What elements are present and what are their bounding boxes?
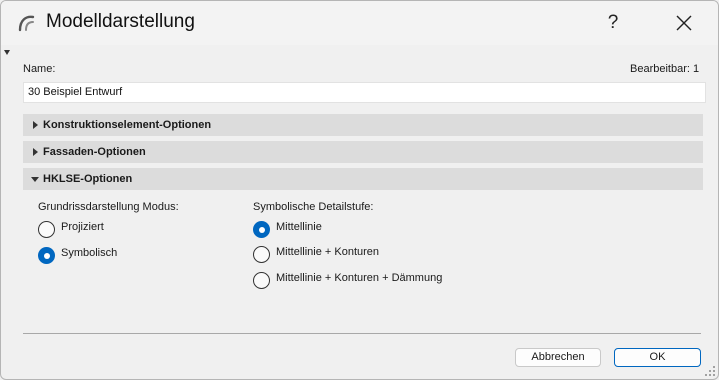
- expand-arrow-icon: [31, 141, 41, 163]
- radio-label: Mittellinie: [276, 221, 322, 233]
- help-button[interactable]: ?: [597, 9, 629, 37]
- model-display-dialog: Modelldarstellung ? Name: Bearbeitbar: 1…: [0, 0, 719, 380]
- radio-label: Symbolisch: [61, 247, 118, 259]
- section-construction-options[interactable]: Konstruktionselement-Optionen: [23, 114, 703, 136]
- radio-label: Mittellinie + Konturen: [276, 246, 380, 258]
- radio-button[interactable]: [38, 221, 55, 238]
- archicad-arc-icon: [18, 15, 35, 32]
- radio-label: Projiziert: [61, 221, 104, 233]
- window-title: Modelldarstellung: [46, 11, 195, 32]
- footer-divider: [23, 333, 701, 334]
- section-label: Konstruktionselement-Optionen: [43, 119, 212, 131]
- ok-button[interactable]: OK: [614, 348, 701, 367]
- close-icon: [676, 15, 692, 31]
- section-mep-options[interactable]: HKLSE-Optionen: [23, 168, 703, 190]
- radio-button[interactable]: [253, 246, 270, 263]
- floorplan-mode-label: Grundrissdarstellung Modus:: [38, 201, 179, 213]
- name-label: Name:: [23, 63, 56, 75]
- section-label: Fassaden-Optionen: [43, 146, 146, 158]
- radio-label: Mittellinie + Konturen + Dämmung: [276, 272, 443, 284]
- collapse-arrow-icon: [31, 168, 41, 190]
- radio-button[interactable]: [253, 272, 270, 289]
- name-input[interactable]: 30 Beispiel Entwurf: [23, 82, 706, 103]
- resize-grip-icon[interactable]: [704, 365, 716, 377]
- section-facade-options[interactable]: Fassaden-Optionen: [23, 141, 703, 163]
- radio-button[interactable]: [38, 247, 55, 264]
- radio-button[interactable]: [253, 221, 270, 238]
- section-label: HKLSE-Optionen: [43, 173, 133, 185]
- title-bar: Modelldarstellung ?: [1, 1, 718, 45]
- editable-count-label: Bearbeitbar: 1: [630, 63, 700, 75]
- panel-collapse-marker-icon[interactable]: [4, 50, 10, 55]
- close-button[interactable]: [665, 9, 701, 37]
- cancel-button[interactable]: Abbrechen: [515, 348, 601, 367]
- expand-arrow-icon: [31, 114, 41, 136]
- detail-level-label: Symbolische Detailstufe:: [253, 201, 374, 213]
